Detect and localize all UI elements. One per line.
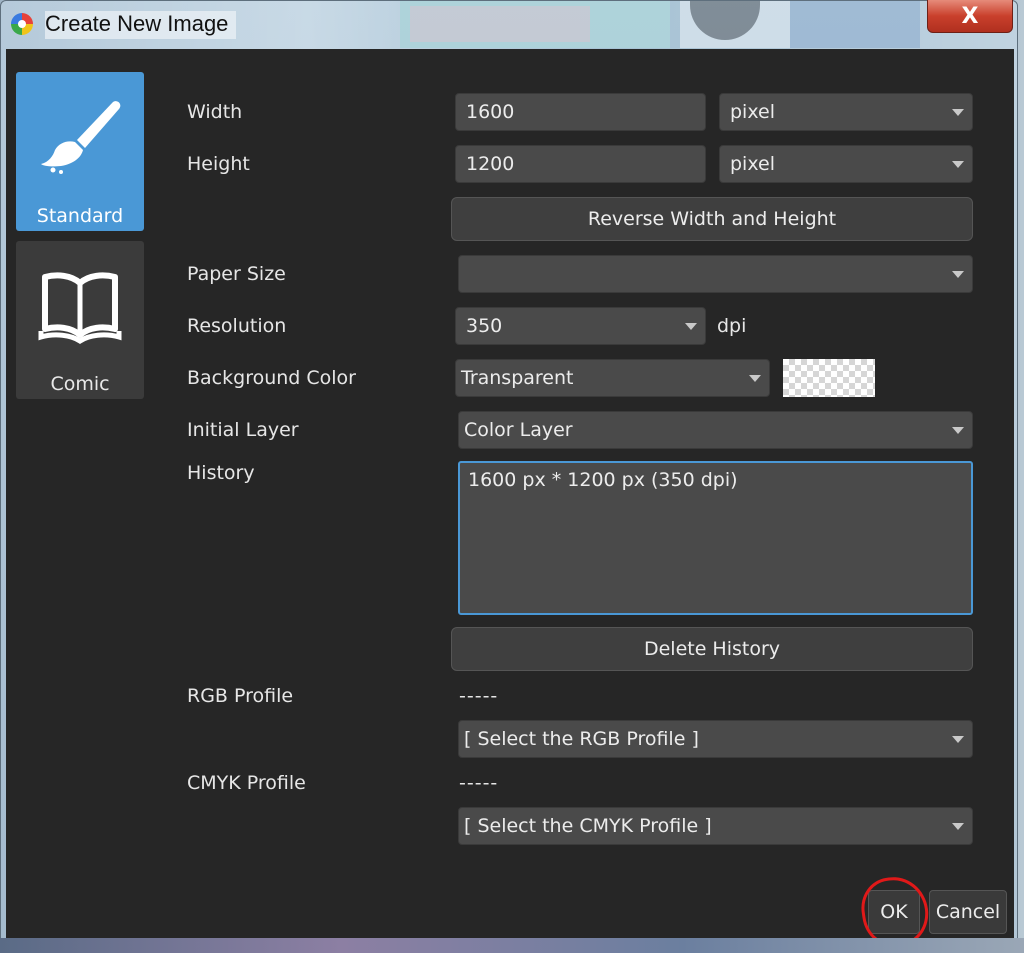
history-entry[interactable]: 1600 px * 1200 px (350 dpi): [468, 469, 963, 491]
resolution-select[interactable]: 350: [455, 307, 706, 345]
create-new-image-dialog: Create New Image X Standard Comic Width …: [0, 0, 1019, 952]
width-unit-value: pixel: [730, 101, 775, 123]
sidebar-item-standard[interactable]: Standard: [16, 72, 144, 231]
width-unit-select[interactable]: pixel: [719, 93, 973, 131]
resolution-unit: dpi: [717, 315, 747, 337]
background-color-value: Transparent: [461, 367, 574, 389]
chevron-down-icon: [749, 375, 761, 382]
paintbrush-icon: [37, 96, 123, 176]
window-title: Create New Image: [45, 11, 237, 39]
paper-size-select[interactable]: [458, 255, 973, 293]
rgb-profile-current: -----: [459, 685, 499, 707]
height-input[interactable]: 1200: [455, 145, 706, 183]
height-label: Height: [187, 153, 250, 175]
width-input[interactable]: 1600: [455, 93, 706, 131]
chevron-down-icon: [952, 109, 964, 116]
sidebar-item-label: Standard: [36, 205, 124, 227]
resolution-label: Resolution: [187, 315, 287, 337]
chevron-down-icon: [952, 823, 964, 830]
cmyk-profile-label: CMYK Profile: [187, 772, 306, 794]
reverse-width-height-button[interactable]: Reverse Width and Height: [451, 197, 973, 241]
chevron-down-icon: [952, 161, 964, 168]
rgb-profile-value: [ Select the RGB Profile ]: [464, 728, 699, 750]
background-color-swatch[interactable]: [783, 359, 875, 397]
dialog-body: Standard Comic Width 1600 pixel Height 1…: [6, 49, 1014, 952]
desktop-taskbar-fragment: [0, 938, 1024, 953]
cmyk-profile-current: -----: [459, 772, 499, 794]
delete-history-button[interactable]: Delete History: [451, 627, 973, 671]
sidebar-item-comic[interactable]: Comic: [16, 241, 144, 399]
close-button[interactable]: X: [927, 0, 1013, 33]
chevron-down-icon: [685, 323, 697, 330]
background-color-label: Background Color: [187, 367, 356, 389]
app-logo-icon: [11, 13, 33, 35]
rgb-profile-select[interactable]: [ Select the RGB Profile ]: [458, 720, 973, 758]
background-color-select[interactable]: Transparent: [455, 359, 770, 397]
initial-layer-value: Color Layer: [464, 419, 573, 441]
cmyk-profile-value: [ Select the CMYK Profile ]: [464, 815, 712, 837]
height-unit-value: pixel: [730, 153, 775, 175]
open-book-icon: [37, 265, 123, 345]
sidebar-item-label: Comic: [50, 373, 110, 395]
width-label: Width: [187, 101, 243, 123]
chevron-down-icon: [952, 271, 964, 278]
cmyk-profile-select[interactable]: [ Select the CMYK Profile ]: [458, 807, 973, 845]
title-bar[interactable]: Create New Image X: [1, 0, 1019, 49]
initial-layer-label: Initial Layer: [187, 419, 299, 441]
initial-layer-select[interactable]: Color Layer: [458, 411, 973, 449]
rgb-profile-label: RGB Profile: [187, 685, 294, 707]
history-list[interactable]: 1600 px * 1200 px (350 dpi): [458, 461, 973, 615]
history-label: History: [187, 462, 255, 484]
cancel-button[interactable]: Cancel: [929, 890, 1007, 934]
height-unit-select[interactable]: pixel: [719, 145, 973, 183]
chevron-down-icon: [952, 736, 964, 743]
ok-button[interactable]: OK: [868, 890, 920, 934]
resolution-value: 350: [466, 315, 503, 337]
chevron-down-icon: [952, 427, 964, 434]
paper-size-label: Paper Size: [187, 263, 286, 285]
